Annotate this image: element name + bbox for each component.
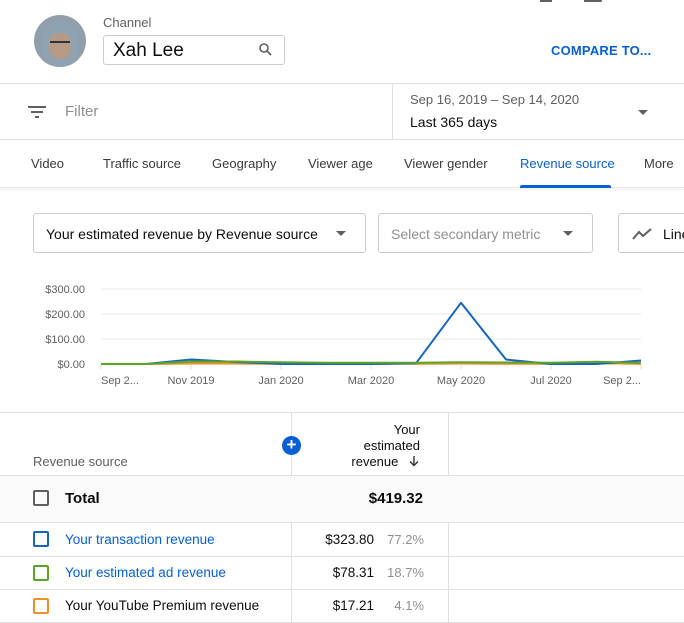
chart-type-select[interactable]: Line chart: [618, 213, 684, 253]
y-tick-label: $200.00: [45, 309, 85, 321]
table-row: Your estimated ad revenue $78.31 18.7%: [0, 557, 684, 590]
dropdown-caret-icon: [563, 231, 573, 236]
tab-revenue-source[interactable]: Revenue source: [520, 156, 614, 171]
y-tick-label: $0.00: [57, 359, 85, 371]
tab-traffic-source[interactable]: Traffic source: [103, 156, 181, 171]
tab-video[interactable]: Video: [31, 156, 71, 171]
tab-viewer-age[interactable]: Viewer age: [308, 156, 373, 171]
arrow-down-icon: [409, 456, 419, 467]
tab-geography[interactable]: Geography: [212, 156, 277, 171]
primary-metric-select[interactable]: Your estimated revenue by Revenue source: [33, 213, 366, 253]
active-tab-indicator: [520, 185, 611, 188]
add-metric-button[interactable]: +: [282, 436, 301, 455]
series-line-your-transaction-revenue: [101, 301, 642, 365]
y-tick-label: $100.00: [45, 334, 85, 346]
total-checkbox[interactable]: [33, 490, 49, 506]
secondary-metric-select[interactable]: Select secondary metric: [378, 213, 593, 253]
channel-search-input[interactable]: Xah Lee: [103, 35, 285, 65]
column-header-revenue-source[interactable]: Revenue source: [33, 454, 128, 469]
row-value: $323.80: [325, 532, 374, 547]
x-tick-label: Mar 2020: [348, 375, 394, 387]
y-tick-label: $300.00: [45, 284, 85, 296]
channel-name: Xah Lee: [113, 40, 184, 61]
total-value: $419.32: [368, 490, 423, 507]
table-row-total: Total $419.32: [0, 476, 684, 522]
x-tick-label: Nov 2019: [167, 375, 214, 387]
row-value: $17.21: [332, 598, 374, 613]
x-tick-label: May 2020: [437, 375, 485, 387]
x-tick-label: Sep 2...: [101, 375, 139, 387]
row-percent: 18.7%: [387, 565, 424, 580]
row-label: Your YouTube Premium revenue: [65, 598, 260, 613]
row-percent: 77.2%: [387, 532, 424, 547]
row-value: $78.31: [332, 565, 374, 580]
series-checkbox[interactable]: [33, 598, 49, 614]
row-label-link[interactable]: Your transaction revenue: [65, 532, 215, 547]
tab-viewer-gender[interactable]: Viewer gender: [404, 156, 489, 171]
compare-to-button[interactable]: COMPARE TO...: [551, 43, 651, 58]
search-icon[interactable]: [259, 43, 272, 56]
channel-label: Channel: [103, 15, 152, 30]
table-row: Your transaction revenue $323.80 77.2%: [0, 523, 684, 556]
line-chart-icon: [632, 228, 652, 240]
filter-bar: Filter Sep 16, 2019 – Sep 14, 2020 Last …: [0, 84, 684, 140]
avatar: [34, 15, 86, 67]
dimension-tabs: Video Traffic source Geography Viewer ag…: [0, 140, 684, 188]
revenue-line-chart: $0.00 $100.00 $200.00 $300.00 Sep 2... Nov 20…: [0, 275, 684, 395]
tab-more[interactable]: More: [644, 156, 684, 171]
row-percent: 4.1%: [394, 598, 424, 613]
x-tick-label: Jan 2020: [258, 375, 303, 387]
total-label: Total: [65, 490, 100, 507]
x-tick-label: Sep 2...: [603, 375, 641, 387]
series-checkbox[interactable]: [33, 531, 49, 547]
filter-icon[interactable]: [28, 105, 46, 119]
date-range-selector[interactable]: Sep 16, 2019 – Sep 14, 2020 Last 365 day…: [392, 84, 684, 140]
column-header-estimated-revenue[interactable]: Your estimated revenue: [320, 422, 420, 470]
table-row: Your YouTube Premium revenue $17.21 4.1%: [0, 590, 684, 623]
dropdown-caret-icon: [638, 110, 648, 115]
channel-header: Channel Xah Lee COMPARE TO...: [0, 0, 684, 84]
date-range-text: Sep 16, 2019 – Sep 14, 2020: [410, 92, 580, 107]
chart-svg: $0.00 $100.00 $200.00 $300.00 Sep 2... Nov 20…: [45, 284, 642, 387]
series-checkbox[interactable]: [33, 565, 49, 581]
date-range-label: Last 365 days: [410, 114, 498, 130]
row-label-link[interactable]: Your estimated ad revenue: [65, 565, 226, 580]
x-tick-label: Jul 2020: [530, 375, 572, 387]
dropdown-caret-icon: [336, 231, 346, 236]
filter-input[interactable]: Filter: [65, 103, 98, 120]
